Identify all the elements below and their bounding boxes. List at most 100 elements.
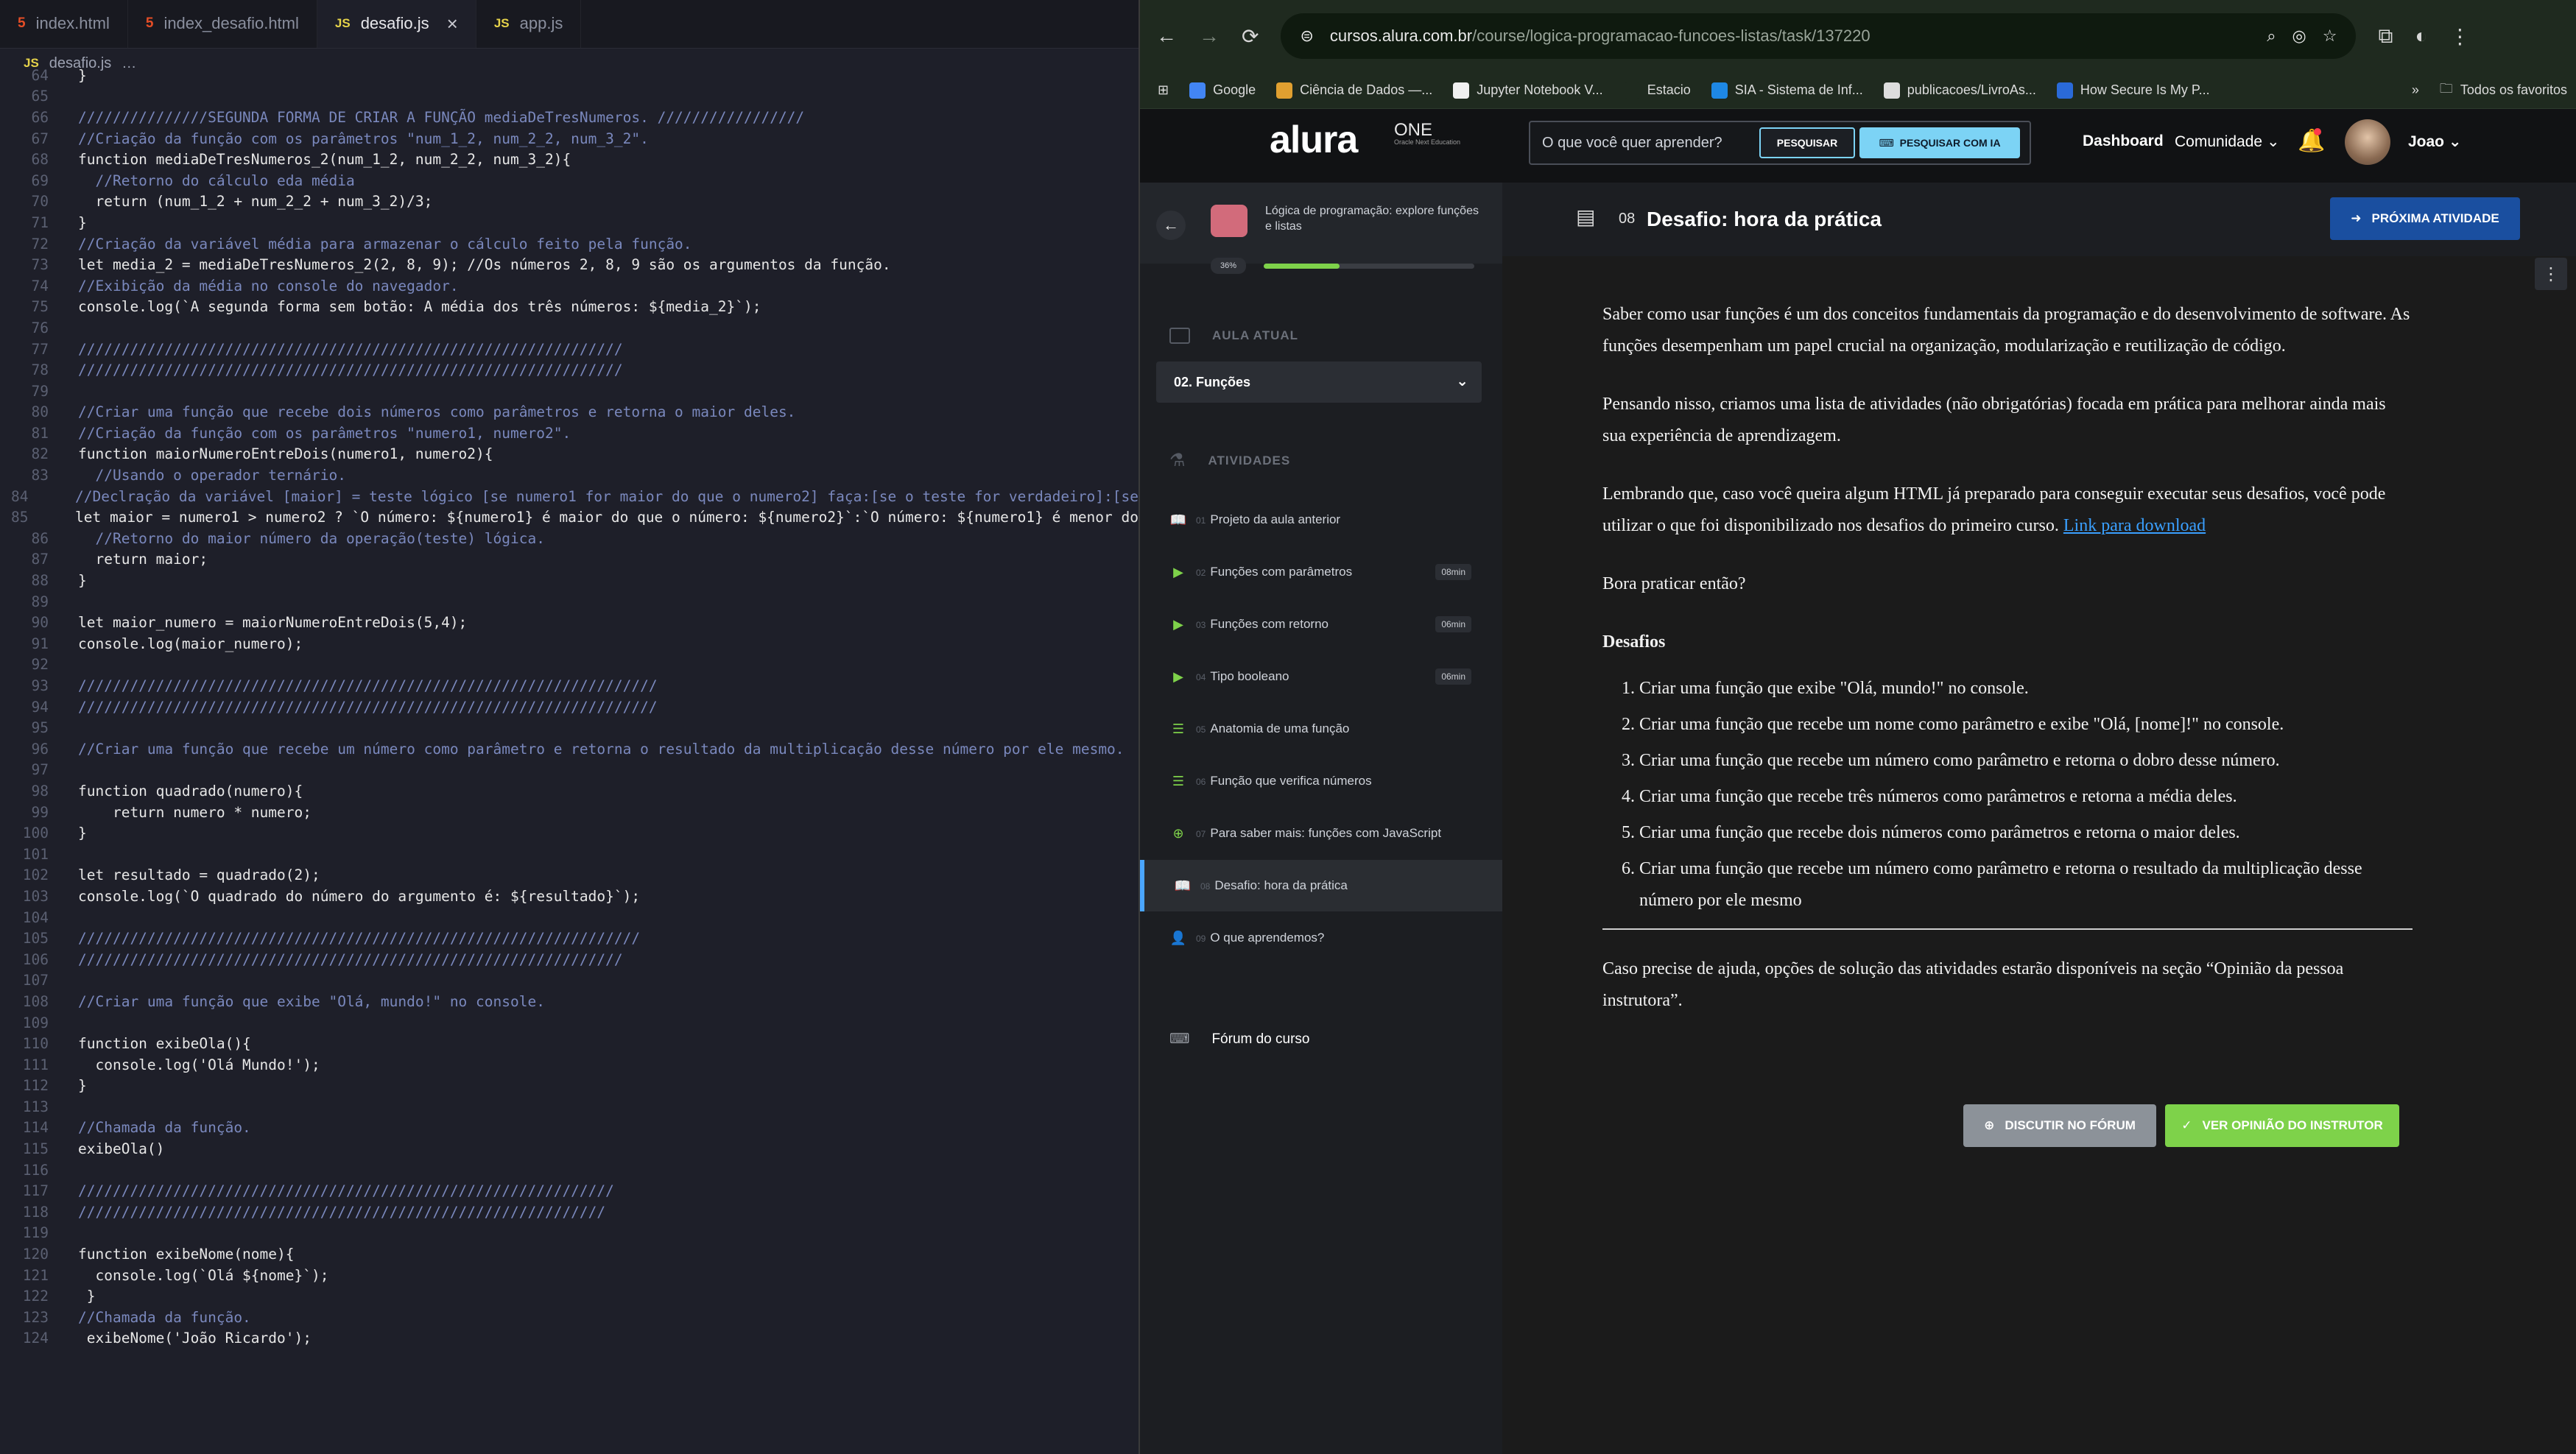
code-line[interactable]: 109 [0, 1012, 1139, 1034]
code-line[interactable]: 96 //Criar uma função que recebe um númer… [0, 738, 1139, 760]
activity-item[interactable]: ▶ 02 Funções com parâmetros 08min [1140, 546, 1502, 598]
code-line[interactable]: 81 //Criação da função com os parâmetros … [0, 423, 1139, 444]
code-line[interactable]: 98 function quadrado(numero){ [0, 780, 1139, 802]
code-line[interactable]: 100} [0, 822, 1139, 844]
code-line[interactable]: 106 /////////////////////////////////////… [0, 949, 1139, 970]
course-title[interactable]: Lógica de programação: explore funções e… [1265, 203, 1486, 234]
code-line[interactable]: 95 [0, 717, 1139, 738]
bookmark-item[interactable]: How Secure Is My P... [2056, 82, 2210, 99]
code-line[interactable]: 118 /////////////////////////////////////… [0, 1201, 1139, 1223]
search-input[interactable]: O que você quer aprender? [1530, 135, 1755, 152]
eye-off-icon[interactable]: ◎ [2292, 27, 2306, 46]
all-bookmarks-folder[interactable]: 🗀 Todos os favoritos [2440, 80, 2576, 102]
search-button[interactable]: PESQUISAR [1759, 127, 1855, 158]
code-line[interactable]: 99 return numero * numero; [0, 802, 1139, 823]
activity-item[interactable]: ☰ 05 Anatomia de uma função [1140, 703, 1502, 755]
code-line[interactable]: 111 console.log('Olá Mundo!'); [0, 1054, 1139, 1076]
aula-select[interactable]: 02. Funções ⌄ [1156, 361, 1482, 403]
activity-item[interactable]: 📖 08 Desafio: hora da prática [1140, 860, 1502, 911]
tab-index-html[interactable]: 5 index.html [0, 0, 128, 48]
code-line[interactable]: 67 //Criação da função com os parâmetros … [0, 128, 1139, 149]
code-line[interactable]: 80 //Criar uma função que recebe dois núm… [0, 402, 1139, 423]
code-line[interactable]: 124 exibeNome('João Ricardo'); [0, 1328, 1139, 1349]
back-icon[interactable]: ← [1156, 24, 1177, 48]
code-line[interactable]: 77 //////////////////////////////////////… [0, 339, 1139, 360]
bookmark-item[interactable]: SIA - Sistema de Inf... [1711, 82, 1863, 99]
reload-icon[interactable]: ⟳ [1242, 24, 1259, 49]
instructor-opinion-button[interactable]: ✓ VER OPINIÃO DO INSTRUTOR [2165, 1104, 2399, 1147]
back-arrow-icon[interactable]: ← [1156, 211, 1186, 240]
one-logo[interactable]: ONE Oracle Next Education [1394, 121, 1460, 147]
user-menu[interactable]: Joao ⌄ [2408, 133, 2461, 151]
code-line[interactable]: 115 exibeOla() [0, 1138, 1139, 1160]
forward-icon[interactable]: → [1199, 24, 1220, 48]
code-line[interactable]: 72 //Criação da variável média para armaz… [0, 233, 1139, 255]
code-line[interactable]: 87 return maior; [0, 549, 1139, 571]
code-line[interactable]: 123 //Chamada da função. [0, 1307, 1139, 1328]
code-line[interactable]: 91 console.log(maior_numero); [0, 633, 1139, 654]
bookmark-item[interactable]: Jupyter Notebook V... [1453, 82, 1603, 99]
code-line[interactable]: 110 function exibeOla(){ [0, 1033, 1139, 1054]
next-activity-button[interactable]: ➜ PRÓXIMA ATIVIDADE [2330, 197, 2520, 240]
star-icon[interactable]: ☆ [2323, 27, 2337, 46]
code-line[interactable]: 88} [0, 570, 1139, 591]
more-options-icon[interactable]: ⋮ [2535, 258, 2567, 290]
alura-logo[interactable]: alura [1270, 118, 1358, 162]
download-link[interactable]: Link para download [2063, 516, 2206, 535]
code-line[interactable]: 85 let maior = numero1 > numero2 ? `O nú… [0, 507, 1139, 528]
apps-icon[interactable]: ⊞ [1158, 82, 1169, 98]
code-line[interactable]: 70 return (num_1_2 + num_2_2 + num_3_2)/… [0, 191, 1139, 213]
forum-link[interactable]: ⌨ Fórum do curso [1169, 1031, 1309, 1048]
search-ia-button[interactable]: ⌨ PESQUISAR COM IA [1859, 127, 2020, 158]
code-line[interactable]: 117 /////////////////////////////////////… [0, 1180, 1139, 1201]
activity-item[interactable]: 📖 01 Projeto da aula anterior [1140, 494, 1502, 546]
code-line[interactable]: 69 //Retorno do cálculo eda média [0, 170, 1139, 191]
code-line[interactable]: 74 //Exibição da média no console do nave… [0, 275, 1139, 297]
tab-app-js[interactable]: JS app.js [476, 0, 582, 48]
code-line[interactable]: 93 //////////////////////////////////////… [0, 675, 1139, 696]
code-line[interactable]: 82 function maiorNumeroEntreDois(numero1,… [0, 444, 1139, 465]
bookmark-item[interactable]: Google [1189, 82, 1256, 99]
code-line[interactable]: 116 [0, 1160, 1139, 1181]
activity-item[interactable]: 👤 09 O que aprendemos? [1140, 912, 1502, 964]
code-line[interactable]: 122 } [0, 1285, 1139, 1307]
code-line[interactable]: 86 //Retorno do maior número da operação… [0, 528, 1139, 549]
code-line[interactable]: 113 [0, 1096, 1139, 1118]
activity-item[interactable]: ☰ 06 Função que verifica números [1140, 755, 1502, 807]
code-line[interactable]: 104 [0, 907, 1139, 928]
activity-item[interactable]: ▶ 04 Tipo booleano 06min [1140, 651, 1502, 702]
code-line[interactable]: 79 [0, 381, 1139, 402]
code-line[interactable]: 97 [0, 760, 1139, 781]
code-line[interactable]: 83 //Usando o operador ternário. [0, 465, 1139, 486]
code-line[interactable]: 108 //Criar uma função que exibe "Olá, mu… [0, 991, 1139, 1012]
profile-icon[interactable]: ◐ [2415, 24, 2427, 48]
dashboard-link[interactable]: Dashboard [2083, 133, 2164, 150]
activity-item[interactable]: ▶ 03 Funções com retorno 06min [1140, 599, 1502, 650]
code-line[interactable]: 102 let resultado = quadrado(2); [0, 865, 1139, 886]
code-line[interactable]: 84 //Declração da variável [maior] = tes… [0, 486, 1139, 507]
site-info-icon[interactable]: ⊜ [1300, 27, 1313, 46]
tab-index-desafio-html[interactable]: 5 index_desafio.html [128, 0, 317, 48]
code-line[interactable]: 75 console.log(`A segunda forma sem botão… [0, 297, 1139, 318]
bookmarks-overflow-icon[interactable]: » [2412, 82, 2419, 98]
close-icon[interactable]: × [447, 13, 458, 35]
code-line[interactable]: 103 console.log(`O quadrado do número do … [0, 886, 1139, 907]
forum-button[interactable]: ⊕ DISCUTIR NO FÓRUM [1963, 1104, 2156, 1147]
bookmark-item[interactable]: Estacio [1623, 82, 1691, 99]
code-line[interactable]: 71} [0, 212, 1139, 233]
code-line[interactable]: 94 //////////////////////////////////////… [0, 696, 1139, 718]
code-line[interactable]: 76 [0, 317, 1139, 339]
tab-desafio-js[interactable]: JS desafio.js × [317, 0, 476, 48]
code-line[interactable]: 114 //Chamada da função. [0, 1118, 1139, 1139]
code-line[interactable]: 73 let media_2 = mediaDeTresNumeros_2(2, … [0, 254, 1139, 275]
avatar[interactable] [2345, 119, 2390, 165]
code-line[interactable]: 90 let maior_numero = maiorNumeroEntreDoi… [0, 612, 1139, 633]
code-line[interactable]: 68 function mediaDeTresNumeros_2(num_1_2,… [0, 149, 1139, 170]
code-line[interactable]: 65 [0, 86, 1139, 107]
code-line[interactable]: 105 /////////////////////////////////////… [0, 928, 1139, 949]
code-line[interactable]: 101 [0, 844, 1139, 865]
extensions-icon[interactable]: ⧉ [2378, 24, 2393, 49]
code-line[interactable]: 66 ///////////////SEGUNDA FORMA DE CRIAR … [0, 107, 1139, 128]
comunidade-menu[interactable]: Comunidade ⌄ [2175, 133, 2280, 151]
address-bar[interactable]: ⊜ cursos.alura.com.br/course/logica-prog… [1281, 13, 2357, 59]
